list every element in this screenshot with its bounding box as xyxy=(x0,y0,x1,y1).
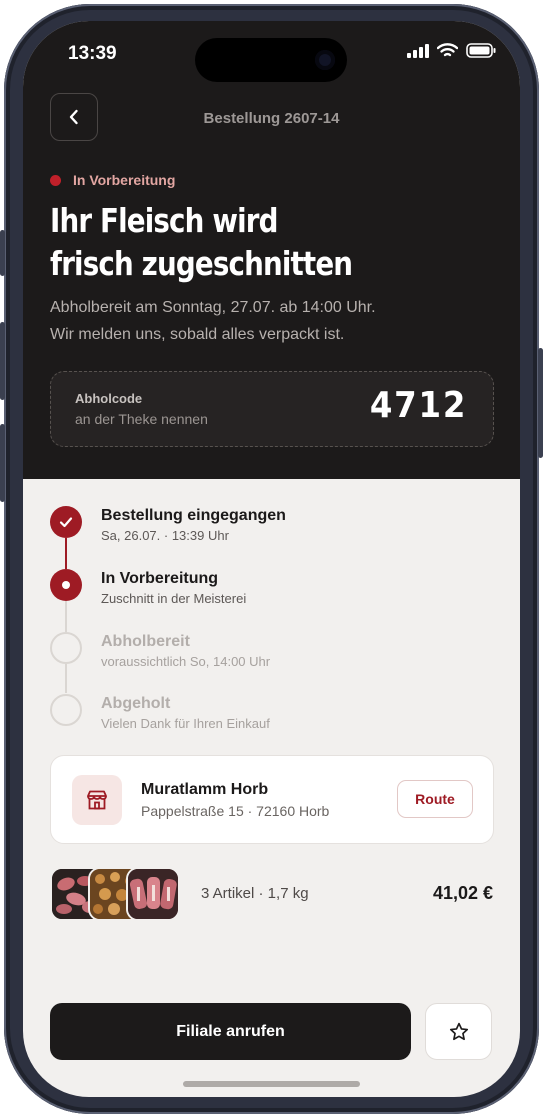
status-dot xyxy=(50,174,61,186)
star-icon xyxy=(449,1022,468,1040)
store-name: Muratlamm Horb xyxy=(141,781,269,798)
status-label: In Vorbereitung xyxy=(73,172,176,188)
pickup-code-card: Abholcode an der Theke nennen 4712 xyxy=(50,371,494,447)
store-icon xyxy=(72,775,122,825)
headline-line-2: frisch zugeschnitten xyxy=(50,244,353,283)
battery-icon xyxy=(466,43,496,58)
pickup-info-line-2: Wir melden uns, sobald alles verpackt is… xyxy=(50,326,345,343)
dynamic-island xyxy=(195,38,347,82)
pickup-info: Abholbereit am Sonntag, 27.07. ab 14:00 … xyxy=(50,294,376,348)
pickup-code-value: 4712 xyxy=(369,385,467,426)
step-title: Bestellung eingegangen xyxy=(101,507,286,524)
step-title: In Vorbereitung xyxy=(101,570,219,587)
page-title: Ihr Fleisch wird frisch zugeschnitten xyxy=(50,199,420,285)
order-title: Bestellung 2607-14 xyxy=(203,110,340,127)
step-subtitle: voraussichtlich So, 14:00 Uhr xyxy=(101,654,271,669)
call-store-button[interactable]: Filiale anrufen xyxy=(50,1003,411,1060)
route-button[interactable]: Route xyxy=(397,780,473,818)
step-title: Abholbereit xyxy=(101,633,190,650)
pickup-code-subtitle: an der Theke nennen xyxy=(75,411,208,427)
status-time: 13:39 xyxy=(68,43,117,64)
check-icon xyxy=(59,517,73,528)
timeline-step-ready: Abholbereit voraussichtlich So, 14:00 Uh… xyxy=(50,632,490,672)
action-button xyxy=(0,230,5,276)
step-pending-indicator xyxy=(50,694,82,726)
wifi-icon xyxy=(437,43,458,57)
step-title: Abgeholt xyxy=(101,695,171,712)
product-image xyxy=(126,867,180,921)
timeline-step-picked-up: Abgeholt Vielen Dank für Ihren Einkauf xyxy=(50,694,490,734)
step-subtitle: Vielen Dank für Ihren Einkauf xyxy=(101,716,270,731)
order-items-summary: 3 Artikel · 1,7 kg xyxy=(201,885,309,902)
timeline-step-received: Bestellung eingegangen Sa, 26.07. · 13:3… xyxy=(50,506,490,546)
volume-down-button xyxy=(0,424,5,502)
active-dot-icon xyxy=(62,581,70,589)
store-card: Muratlamm Horb Pappelstraße 15 · 72160 H… xyxy=(50,755,494,844)
step-subtitle: Zuschnitt in der Meisterei xyxy=(101,591,247,606)
status-icons xyxy=(407,43,496,58)
favorite-button[interactable] xyxy=(425,1003,492,1060)
order-total: 41,02 € xyxy=(432,883,493,903)
pickup-info-line-1: Abholbereit am Sonntag, 27.07. ab 14:00 … xyxy=(50,299,376,316)
step-subtitle: Sa, 26.07. · 13:39 Uhr xyxy=(101,528,229,543)
camera-icon xyxy=(315,50,335,70)
order-status: In Vorbereitung xyxy=(50,172,175,188)
order-item-thumbnails xyxy=(50,867,180,921)
power-button xyxy=(538,348,543,458)
cellular-signal-icon xyxy=(407,43,429,58)
step-done-indicator xyxy=(50,506,82,538)
home-indicator[interactable] xyxy=(183,1081,360,1087)
pickup-code-title: Abholcode xyxy=(75,391,143,406)
volume-up-button xyxy=(0,322,5,400)
step-active-indicator xyxy=(50,569,82,601)
store-address: Pappelstraße 15 · 72160 Horb xyxy=(141,803,330,819)
app-screen: 13:39 Bestellung 2607-14 In Vorbereitung… xyxy=(23,21,520,1097)
header-panel: 13:39 Bestellung 2607-14 In Vorbereitung… xyxy=(23,21,520,479)
timeline-step-preparing: In Vorbereitung Zuschnitt in der Meister… xyxy=(50,569,490,609)
headline-line-1: Ihr Fleisch wird xyxy=(50,201,278,240)
step-pending-indicator xyxy=(50,632,82,664)
